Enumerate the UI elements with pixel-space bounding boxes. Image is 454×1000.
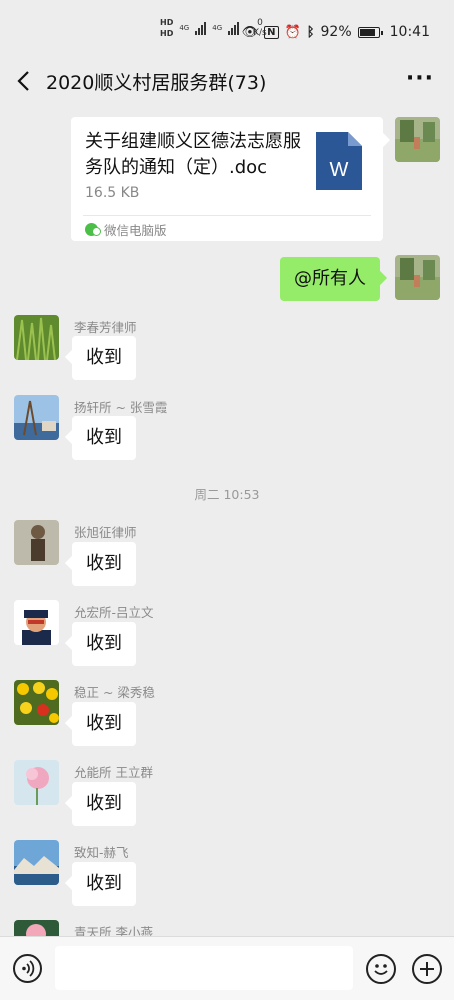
sender-name: 允能所 王立群 — [74, 765, 153, 780]
avatar[interactable] — [14, 840, 59, 885]
emoji-button[interactable] — [366, 954, 396, 984]
voice-icon — [22, 960, 35, 977]
status-bar: HD HD 4G 4G 0 K/s 👁 N ⏰ ᛒ 92% 10:41 — [0, 0, 454, 58]
avatar-self[interactable] — [395, 255, 440, 300]
divider — [83, 215, 371, 216]
file-source-label: 微信电脑版 — [104, 223, 167, 238]
avatar[interactable] — [14, 520, 59, 565]
net2-label: 4G — [212, 24, 223, 32]
avatar[interactable] — [14, 395, 59, 440]
svg-text:W: W — [330, 159, 349, 181]
sender-name: 允宏所-吕立文 — [74, 605, 154, 620]
word-document-icon: W — [316, 132, 362, 190]
battery-icon — [357, 26, 383, 38]
emoji-icon — [374, 964, 388, 975]
avatar-image — [14, 395, 59, 440]
plus-button[interactable] — [412, 954, 442, 984]
signal-icon — [228, 21, 240, 35]
bluetooth-icon: ᛒ — [306, 24, 315, 40]
avatar-self[interactable] — [395, 117, 440, 162]
message-input[interactable] — [55, 946, 353, 990]
alarm-icon: ⏰ — [284, 24, 301, 40]
signal-icon — [195, 21, 207, 35]
avatar-image — [14, 600, 59, 645]
sender-name: 致知-赫飞 — [74, 845, 129, 860]
more-horizontal-icon: ··· — [405, 66, 434, 91]
nfc-icon: N — [264, 25, 279, 39]
message-bubble[interactable]: 收到 — [72, 702, 136, 746]
sender-name: 李春芳律师 — [74, 320, 137, 335]
message-bubble[interactable]: 收到 — [72, 862, 136, 906]
page-title: 2020顺义村居服务群(73) — [46, 72, 267, 94]
time-separator: 周二 10:53 — [194, 487, 260, 502]
status-icons: 👁 N ⏰ ᛒ 92% 10:41 — [242, 24, 430, 40]
self-message-bubble[interactable]: @所有人 — [280, 257, 380, 301]
battery-percent: 92% — [320, 24, 352, 40]
avatar-image — [395, 117, 440, 162]
message-bubble[interactable]: 收到 — [72, 416, 136, 460]
message-bubble[interactable]: 收到 — [72, 336, 136, 380]
avatar[interactable] — [14, 600, 59, 645]
file-size: 16.5 KB — [85, 185, 140, 201]
avatar-image — [14, 760, 59, 805]
chevron-left-icon — [17, 71, 29, 91]
sender-name: 稳正 ~ 梁秀稳 — [74, 685, 155, 700]
message-bubble[interactable]: 收到 — [72, 542, 136, 586]
avatar-image — [14, 315, 59, 360]
battery-fill — [359, 28, 376, 36]
wechat-pc-icon — [85, 223, 101, 236]
file-source: 微信电脑版 — [85, 220, 167, 239]
net1-label: 4G — [179, 24, 190, 32]
avatar[interactable] — [14, 760, 59, 805]
avatar[interactable] — [14, 680, 59, 725]
avatar-image — [14, 520, 59, 565]
hd-indicator: HD HD — [160, 18, 173, 38]
avatar[interactable] — [14, 315, 59, 360]
avatar-image — [14, 680, 59, 725]
avatar-image — [395, 255, 440, 300]
input-bar — [0, 936, 454, 1000]
message-bubble[interactable]: 收到 — [72, 622, 136, 666]
chat-header: 2020顺义村居服务群(73) ··· — [0, 58, 454, 104]
file-name: 关于组建顺义区德法志愿服务队的通知（定）.doc — [85, 131, 301, 178]
clock: 10:41 — [389, 24, 430, 40]
sender-name: 张旭征律师 — [74, 525, 137, 540]
voice-button[interactable] — [13, 954, 42, 983]
eye-icon: 👁 — [241, 24, 259, 40]
back-button[interactable] — [12, 66, 36, 96]
avatar-image — [14, 840, 59, 885]
hd-top-label: HD — [160, 18, 174, 27]
file-message-card[interactable]: 关于组建顺义区德法志愿服务队的通知（定）.doc 16.5 KB W 微信电脑版 — [71, 117, 383, 241]
more-button[interactable]: ··· — [406, 66, 434, 91]
hd-bottom-label: HD — [160, 29, 174, 38]
message-bubble[interactable]: 收到 — [72, 782, 136, 826]
sender-name: 扬轩所 ~ 张雪霞 — [74, 400, 168, 415]
